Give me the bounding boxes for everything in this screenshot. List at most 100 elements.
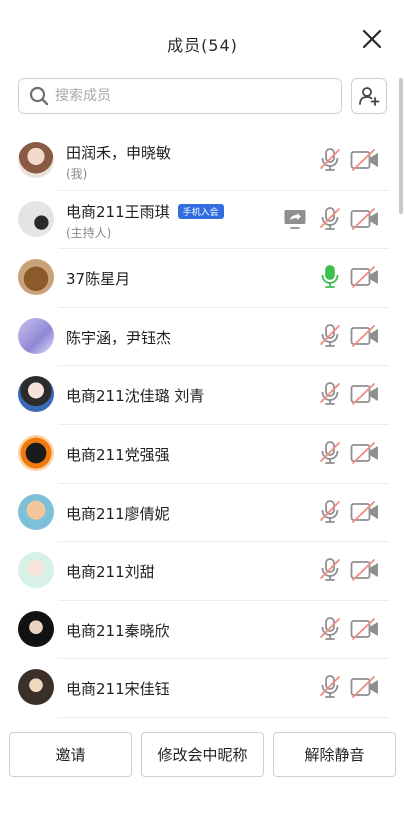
page-title: 成员(54)	[167, 36, 238, 55]
camera-toggle[interactable]	[350, 500, 380, 527]
mic-toggle[interactable]	[319, 264, 341, 294]
camera-off-icon	[350, 207, 378, 230]
member-role: (我)	[66, 167, 88, 181]
camera-toggle[interactable]	[350, 324, 380, 351]
camera-off-icon	[350, 442, 378, 464]
close-button[interactable]	[361, 28, 383, 50]
member-name: 陈宇涵，尹钰杰	[66, 327, 171, 348]
avatar	[18, 142, 54, 178]
member-name-text: 陈宇涵，尹钰杰	[66, 328, 172, 347]
mic-toggle[interactable]	[319, 206, 341, 236]
camera-off-icon	[350, 559, 378, 582]
screen-share-icon	[284, 209, 306, 229]
member-name: 电商211刘甜	[66, 561, 155, 582]
member-name: 电商211廖倩妮	[66, 503, 170, 524]
member-row[interactable]: 电商211刘甜	[0, 542, 405, 601]
avatar	[18, 434, 54, 471]
microphone-icon	[320, 323, 340, 347]
member-row[interactable]: 电商211沈佳璐 刘青	[0, 366, 405, 425]
camera-toggle[interactable]	[350, 442, 380, 468]
member-row[interactable]: 37陈星月	[0, 249, 405, 308]
camera-toggle[interactable]	[350, 207, 380, 234]
microphone-icon	[320, 499, 340, 523]
mic-toggle[interactable]	[319, 557, 341, 587]
camera-off-icon	[350, 383, 378, 406]
unmute-all-button[interactable]: 解除静音	[273, 732, 396, 777]
member-name-text: 电商211宋佳钰	[66, 680, 170, 699]
camera-toggle[interactable]	[350, 559, 380, 585]
member-name-text: 田润禾，申晓敏	[66, 144, 172, 162]
camera-toggle[interactable]	[350, 266, 380, 292]
member-name-text: 37陈星月	[66, 270, 131, 289]
member-name-text: 电商211王雨琪	[66, 202, 170, 221]
avatar	[18, 493, 54, 530]
add-member-button[interactable]	[351, 78, 387, 114]
member-role: (主持人)	[66, 225, 112, 240]
header: 成员(54)	[0, 0, 405, 80]
avatar	[18, 259, 54, 296]
camera-toggle[interactable]	[350, 383, 380, 409]
member-name: 电商211秦晓欣	[66, 620, 170, 641]
microphone-icon	[320, 382, 340, 406]
mic-toggle[interactable]	[319, 499, 341, 529]
search-input[interactable]	[55, 88, 325, 104]
close-icon	[362, 29, 382, 49]
invite-button[interactable]: 邀请	[9, 732, 132, 777]
mic-toggle[interactable]	[319, 674, 341, 704]
avatar	[18, 669, 54, 706]
member-row[interactable]: 电商211王雨琪 手机入会 (主持人)	[0, 191, 405, 250]
microphone-icon	[321, 265, 339, 289]
avatar	[18, 610, 54, 647]
camera-toggle[interactable]	[350, 676, 380, 702]
status-badge: 手机入会	[177, 203, 224, 219]
microphone-icon	[320, 206, 340, 230]
avatar	[18, 317, 54, 354]
mic-toggle[interactable]	[319, 381, 341, 411]
member-name: 电商211沈佳璐 刘青	[66, 385, 204, 406]
screen-share-indicator	[283, 208, 307, 234]
mic-toggle[interactable]	[319, 616, 341, 646]
camera-toggle[interactable]	[350, 149, 380, 175]
member-name: 田润禾，申晓敏	[66, 142, 171, 163]
member-row[interactable]: 田润禾，申晓敏 (我)	[0, 132, 405, 191]
member-row[interactable]: 电商211廖倩妮	[0, 484, 405, 543]
member-row[interactable]: 陈宇涵，尹钰杰	[0, 308, 405, 367]
member-name-text: 电商211廖倩妮	[66, 504, 170, 523]
microphone-icon	[320, 441, 340, 464]
camera-off-icon	[350, 324, 378, 347]
add-user-icon	[359, 87, 380, 106]
mic-toggle[interactable]	[319, 323, 341, 353]
mic-toggle[interactable]	[319, 147, 341, 177]
member-name-text: 电商211党强强	[66, 445, 170, 464]
avatar	[18, 552, 54, 589]
camera-off-icon	[350, 676, 378, 699]
member-row[interactable]: 电商211党强强	[0, 425, 405, 484]
member-name-text: 电商211刘甜	[66, 563, 155, 582]
member-name-text: 电商211沈佳璐 刘青	[66, 387, 205, 406]
member-row[interactable]: 电商211宋佳钰	[0, 659, 405, 718]
member-name: 电商211宋佳钰	[66, 678, 170, 699]
rename-button[interactable]: 修改会中昵称	[141, 732, 264, 777]
microphone-icon	[320, 148, 340, 171]
avatar	[18, 376, 54, 413]
mic-toggle[interactable]	[319, 440, 341, 470]
camera-off-icon	[350, 266, 378, 289]
camera-toggle[interactable]	[350, 617, 380, 644]
member-name: 电商211党强强	[66, 444, 170, 465]
footer-actions: 邀请 修改会中昵称 解除静音	[0, 732, 405, 782]
member-row[interactable]: 电商211秦晓欣	[0, 601, 405, 660]
search-box[interactable]	[18, 78, 342, 114]
microphone-icon	[320, 558, 340, 582]
avatar	[18, 200, 54, 237]
divider	[58, 716, 389, 718]
camera-off-icon	[350, 149, 378, 171]
microphone-icon	[320, 675, 340, 699]
camera-off-icon	[350, 617, 378, 640]
microphone-icon	[320, 616, 340, 640]
member-name: 电商211王雨琪 手机入会	[66, 201, 224, 222]
search-icon	[29, 86, 49, 106]
member-name-text: 电商211秦晓欣	[66, 621, 170, 640]
member-name: 37陈星月	[66, 268, 130, 289]
camera-off-icon	[350, 500, 378, 523]
member-list: 田润禾，申晓敏 (我) 电商211王雨琪 手机入会 (主持人) 37陈星月 陈宇涵，尹…	[0, 132, 405, 718]
